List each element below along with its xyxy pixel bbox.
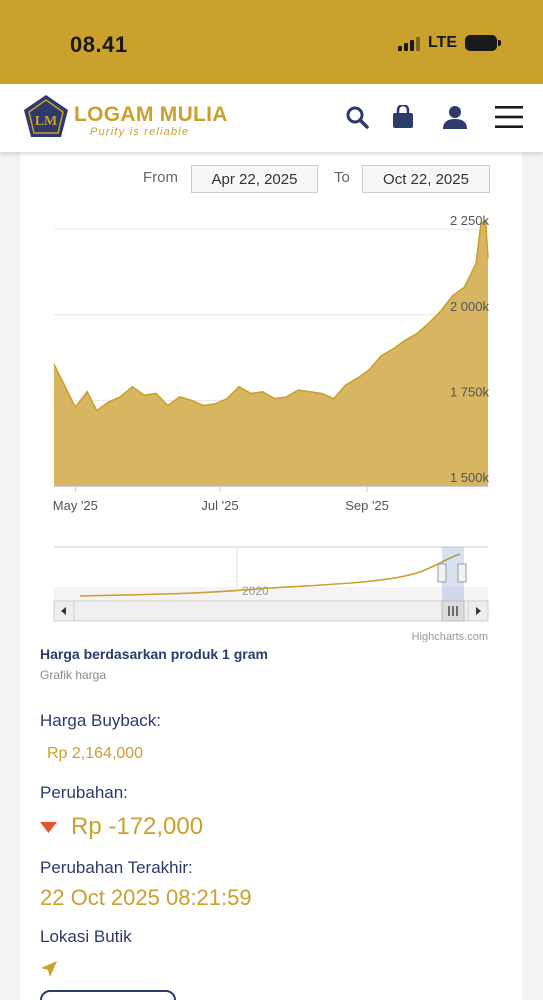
change-value: Rp -172,000 bbox=[71, 813, 204, 840]
location-arrow-icon[interactable] bbox=[40, 960, 58, 978]
range-to-input[interactable]: Oct 22, 2025 bbox=[362, 165, 490, 193]
content-area: From Apr 22, 2025 To Oct 22, 2025 1 500k… bbox=[0, 152, 543, 1000]
change-label: Perubahan: bbox=[40, 783, 128, 802]
chart-caption-title: Harga berdasarkan produk 1 gram bbox=[40, 646, 268, 662]
y-tick-label: 1 750k bbox=[450, 384, 490, 399]
status-bar: 08.41 LTE bbox=[0, 0, 543, 84]
y-tick-label: 2 250k bbox=[450, 213, 490, 228]
change-row: Rp -172,000 bbox=[40, 813, 203, 841]
navigator-label: 2020 bbox=[242, 584, 269, 598]
battery-icon bbox=[465, 35, 501, 51]
location-button[interactable] bbox=[40, 990, 176, 1000]
price-card: From Apr 22, 2025 To Oct 22, 2025 1 500k… bbox=[20, 152, 522, 1000]
x-tick-label: May '25 bbox=[53, 498, 98, 513]
range-from-input[interactable]: Apr 22, 2025 bbox=[191, 165, 318, 193]
network-label: LTE bbox=[427, 34, 457, 51]
y-tick-label: 2 000k bbox=[450, 299, 490, 314]
logo-initials: LM bbox=[35, 114, 58, 129]
location-label: Lokasi Butik bbox=[40, 927, 132, 946]
menu-icon[interactable] bbox=[494, 104, 524, 130]
price-area bbox=[54, 220, 488, 486]
last-change-label: Perubahan Terakhir: bbox=[40, 858, 193, 877]
search-icon[interactable] bbox=[344, 104, 370, 130]
status-indicators: LTE bbox=[397, 34, 501, 52]
navigator-handle-right bbox=[457, 563, 467, 583]
x-tick-label: Sep '25 bbox=[345, 498, 389, 513]
brand-name[interactable]: LOGAM MULIA bbox=[74, 103, 228, 127]
chart-credit: Highcharts.com bbox=[412, 631, 488, 642]
last-change-value: 22 Oct 2025 08:21:59 bbox=[40, 885, 252, 910]
shopping-bag-icon[interactable] bbox=[390, 104, 416, 130]
signal-icon bbox=[397, 35, 420, 51]
buyback-label: Harga Buyback: bbox=[40, 711, 161, 730]
site-header: LM LOGAM MULIA Purity is reliable bbox=[0, 84, 543, 152]
status-time: 08.41 bbox=[70, 32, 128, 57]
scrollbar-track bbox=[53, 600, 489, 622]
brand-tagline: Purity is reliable bbox=[90, 126, 190, 138]
chart-caption-subtitle: Grafik harga bbox=[40, 668, 107, 682]
logo-badge-icon[interactable]: LM bbox=[23, 94, 69, 138]
navigator-band bbox=[54, 587, 488, 601]
y-tick-label: 1 500k bbox=[450, 470, 490, 485]
buyback-value: Rp 2,164,000 bbox=[47, 745, 144, 762]
price-chart[interactable]: 1 500k 1 750k 2 000k 2 250k May '25 Jul '25 Se… bbox=[20, 192, 522, 642]
navigator-handle-left bbox=[437, 563, 447, 583]
range-from-label: From bbox=[143, 169, 178, 186]
down-arrow-icon bbox=[40, 821, 57, 833]
range-to-label: To bbox=[334, 169, 350, 186]
x-tick-label: Jul '25 bbox=[201, 498, 238, 513]
user-icon[interactable] bbox=[442, 104, 468, 130]
